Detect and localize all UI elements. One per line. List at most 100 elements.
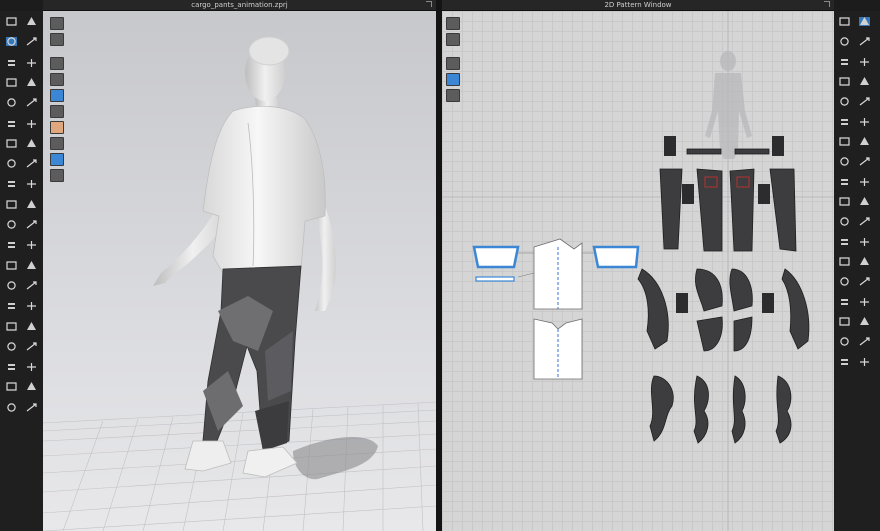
text-icon[interactable] (838, 256, 851, 267)
puckering-icon[interactable] (5, 239, 18, 250)
transform-icon[interactable] (25, 57, 38, 68)
measure-2d-icon[interactable] (858, 156, 871, 167)
box-icon[interactable] (5, 402, 18, 413)
sew-icon[interactable] (5, 381, 18, 392)
tape-icon[interactable] (25, 97, 38, 108)
dart-icon[interactable] (858, 76, 871, 87)
avatar-display-icon[interactable] (50, 105, 64, 118)
cursor-icon[interactable] (25, 36, 38, 47)
pressure-icon[interactable] (5, 321, 18, 332)
grading-icon[interactable] (858, 176, 871, 187)
segment-icon[interactable] (446, 57, 460, 70)
garment-icon[interactable] (25, 361, 38, 372)
avatar-shadow (293, 436, 378, 480)
sewing-line-icon[interactable] (838, 196, 851, 207)
tape-2d-icon[interactable] (858, 336, 871, 347)
gizmo-icon[interactable] (25, 138, 38, 149)
avatar-model[interactable] (153, 36, 336, 478)
notch-icon[interactable] (838, 96, 851, 107)
pattern-list-icon[interactable] (446, 89, 460, 102)
shape-icon[interactable] (25, 402, 38, 413)
graphic-icon[interactable] (838, 276, 851, 287)
fur-icon[interactable] (838, 356, 851, 367)
puckering-2d-icon[interactable] (838, 336, 851, 347)
trace-icon[interactable] (838, 136, 851, 147)
circle-icon[interactable] (858, 56, 871, 67)
scale-icon[interactable] (5, 77, 18, 88)
shirt-icon[interactable] (25, 341, 38, 352)
viewport-3d[interactable] (43, 11, 436, 531)
piping-icon[interactable] (838, 316, 851, 327)
strain-icon[interactable] (25, 300, 38, 311)
xray-icon[interactable] (50, 153, 64, 166)
avatar-icon[interactable] (5, 280, 18, 291)
select-icon[interactable] (5, 118, 18, 129)
fabric-icon[interactable] (5, 158, 18, 169)
fold-arrange-icon[interactable] (25, 321, 38, 332)
display-icon[interactable] (50, 17, 64, 30)
brush-icon[interactable] (25, 77, 38, 88)
texture-icon[interactable] (50, 73, 64, 86)
segment-sew-icon[interactable] (858, 196, 871, 207)
internal-line-icon[interactable] (838, 76, 851, 87)
arrow-down-icon[interactable] (5, 16, 18, 27)
points-icon[interactable] (25, 118, 38, 129)
walk-icon[interactable] (25, 16, 38, 27)
move-icon[interactable] (5, 57, 18, 68)
window-2d-titlebar: 2D Pattern Window (442, 0, 834, 11)
camera-icon[interactable] (50, 33, 64, 46)
seam-allowance-icon[interactable] (858, 96, 871, 107)
dock-3d-icon[interactable] (426, 1, 432, 7)
free-sew-icon[interactable] (838, 216, 851, 227)
transform-pattern-icon[interactable] (838, 16, 851, 27)
ribbing-icon[interactable] (858, 356, 871, 367)
check-sew-icon[interactable] (858, 216, 871, 227)
sewing-pairs-icon[interactable] (838, 236, 851, 247)
symmetry-icon[interactable] (838, 116, 851, 127)
polygon-icon[interactable] (858, 36, 871, 47)
grain-icon[interactable] (446, 33, 460, 46)
seam-icon[interactable] (25, 381, 38, 392)
unfold-icon[interactable] (858, 116, 871, 127)
topstitch-icon[interactable] (858, 316, 871, 327)
line-icon[interactable] (5, 178, 18, 189)
elastic-2d-icon[interactable] (858, 236, 871, 247)
curve-icon[interactable] (838, 36, 851, 47)
pose-icon[interactable] (25, 280, 38, 291)
rectangle-icon[interactable] (838, 56, 851, 67)
fill-icon[interactable] (446, 73, 460, 86)
fold-icon[interactable] (5, 97, 18, 108)
edit-pattern-icon[interactable] (446, 17, 460, 30)
trim-icon[interactable] (25, 219, 38, 230)
mesh-icon[interactable] (50, 89, 64, 102)
dock-2d-icon[interactable] (824, 1, 830, 7)
cut-icon[interactable] (25, 158, 38, 169)
elastic-icon[interactable] (25, 239, 38, 250)
stitch-icon[interactable] (5, 138, 18, 149)
zipper-2d-icon[interactable] (858, 296, 871, 307)
pocket-icon[interactable] (5, 361, 18, 372)
fit-icon[interactable] (5, 260, 18, 271)
button-icon[interactable] (25, 199, 38, 210)
buttonhole-icon[interactable] (838, 296, 851, 307)
layer-icon[interactable] (5, 341, 18, 352)
pin-icon[interactable] (5, 36, 18, 47)
render-icon[interactable] (50, 57, 64, 70)
pants-pattern-pieces[interactable] (637, 136, 810, 444)
viewport-2d[interactable] (442, 11, 834, 531)
zipper-icon[interactable] (5, 219, 18, 230)
font-icon[interactable] (858, 256, 871, 267)
hanger-icon[interactable] (25, 260, 38, 271)
fold-line-icon[interactable] (838, 156, 851, 167)
slash-icon[interactable] (858, 136, 871, 147)
edit-point-icon[interactable] (858, 16, 871, 27)
skin-icon[interactable] (50, 121, 64, 134)
grid-icon[interactable] (50, 137, 64, 150)
measure-icon[interactable] (5, 300, 18, 311)
ruler-icon[interactable] (838, 176, 851, 187)
arrange-icon[interactable] (5, 199, 18, 210)
pin-display-icon[interactable] (50, 169, 64, 182)
shirt-pattern-pieces[interactable] (472, 238, 640, 380)
tack-icon[interactable] (25, 178, 38, 189)
button-2d-icon[interactable] (858, 276, 871, 287)
